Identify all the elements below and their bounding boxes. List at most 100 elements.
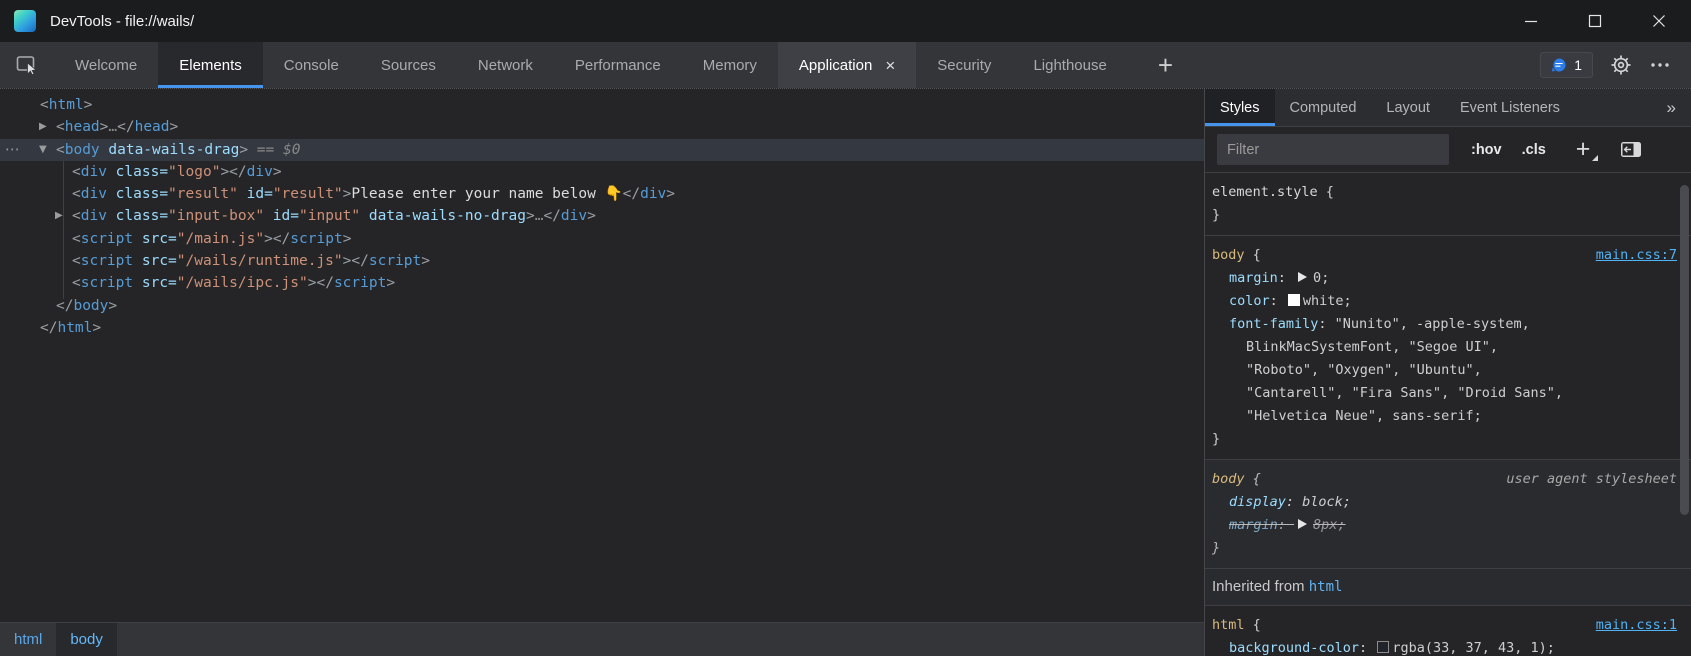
token-x: Please enter your name below (351, 186, 604, 202)
more-tabs-button[interactable]: » (1652, 89, 1691, 126)
token-a: src= (133, 275, 177, 291)
token-m: == $0 (248, 142, 300, 158)
tab-performance[interactable]: Performance (554, 42, 682, 88)
property-value: 0 (1313, 270, 1321, 286)
tree-row[interactable]: <div class="result" id="result">Please e… (0, 183, 1204, 205)
add-tab-button[interactable]: + (1128, 42, 1203, 88)
tab-memory[interactable]: Memory (682, 42, 778, 88)
tree-row[interactable]: ⋯▼<body data-wails-drag> == $0 (0, 139, 1204, 161)
devtools-window: { "window": { "title": "DevTools - file:… (0, 0, 1691, 656)
css-property-margin[interactable]: margin: 8px; (1212, 514, 1683, 537)
tab-welcome[interactable]: Welcome (54, 42, 158, 88)
rule-selector[interactable]: body (1212, 471, 1245, 487)
styles-scrollbar[interactable] (1680, 185, 1689, 515)
row-menu-icon[interactable]: ⋯ (5, 139, 21, 161)
tree-row[interactable]: </html> (0, 317, 1204, 339)
close-tab-icon[interactable]: × (885, 57, 895, 74)
tab-lighthouse[interactable]: Lighthouse (1012, 42, 1127, 88)
token-a: data-wails-drag (100, 142, 240, 158)
dock-sidebar-button[interactable] (1620, 141, 1642, 158)
token-b: </ (351, 253, 368, 269)
token-b: < (56, 142, 65, 158)
more-options-button[interactable] (1649, 54, 1671, 76)
token-b: > (343, 231, 352, 247)
token-t: script (81, 231, 133, 247)
styles-filter-input[interactable] (1217, 134, 1449, 165)
close-button[interactable] (1627, 0, 1691, 42)
elements-tree: <html>▶<head>…</head>⋯▼<body data-wails-… (0, 89, 1204, 622)
css-property-background-color[interactable]: background-color: rgba(33, 37, 43, 1); (1212, 637, 1683, 656)
tree-row[interactable]: <script src="/wails/runtime.js"></script… (0, 250, 1204, 272)
token-b: < (40, 97, 49, 113)
tree-row[interactable]: <html> (0, 94, 1204, 116)
rule-selector[interactable]: html (1212, 617, 1245, 633)
expand-longhand-icon[interactable] (1298, 272, 1307, 282)
tab-console[interactable]: Console (263, 42, 360, 88)
element-classes-button[interactable]: .cls (1522, 142, 1546, 158)
sidebar-tab-computed[interactable]: Computed (1275, 89, 1372, 126)
minimize-button[interactable] (1499, 0, 1563, 42)
close-brace: } (1212, 428, 1683, 451)
open-brace: { (1318, 184, 1334, 200)
tree-row[interactable]: <script src="/main.js"></script> (0, 228, 1204, 250)
tree-row[interactable]: ▶<head>…</head> (0, 116, 1204, 138)
breadcrumb-item-body[interactable]: body (56, 623, 117, 656)
inherited-node-link[interactable]: html (1309, 579, 1343, 595)
feedback-badge[interactable]: 1 (1540, 52, 1593, 78)
tab-label: Memory (703, 57, 757, 74)
css-property-color[interactable]: color: white; (1212, 290, 1683, 313)
token-b: > (84, 97, 93, 113)
tab-sources[interactable]: Sources (360, 42, 457, 88)
node-line: <html> (40, 94, 92, 116)
rule-selector[interactable]: body (1212, 247, 1245, 263)
collapse-icon[interactable]: ▼ (39, 139, 47, 161)
inspect-element-button[interactable] (0, 42, 54, 88)
token-b: < (72, 186, 81, 202)
sidebar-tab-event-listeners[interactable]: Event Listeners (1445, 89, 1575, 126)
expand-icon[interactable]: ▶ (39, 116, 47, 138)
tab-elements[interactable]: Elements (158, 42, 263, 88)
color-swatch[interactable] (1288, 294, 1300, 306)
token-b: > (273, 164, 282, 180)
tab-security[interactable]: Security (916, 42, 1012, 88)
tree-row[interactable]: <script src="/wails/ipc.js"></script> (0, 272, 1204, 294)
css-property-display[interactable]: display: block; (1212, 491, 1683, 514)
token-v: "input-box" (168, 208, 264, 224)
expand-icon[interactable]: ▶ (55, 205, 63, 227)
inherited-label: Inherited from (1212, 578, 1309, 595)
sidebar-tab-bar: StylesComputed Layout Event Listeners » (1205, 89, 1691, 127)
stylesheet-link[interactable]: main.css:7 (1596, 244, 1677, 267)
styles-sections: element.style {}body {main.css:7margin: … (1205, 173, 1691, 656)
tree-row[interactable]: <div class="logo"></div> (0, 161, 1204, 183)
token-t: script (290, 231, 342, 247)
window-title: DevTools - file://wails/ (50, 13, 194, 30)
css-property-font-family[interactable]: font-family: "Nunito", -apple-system, (1212, 313, 1683, 336)
breadcrumb: htmlbody (0, 622, 1204, 656)
styles-sidebar: StylesComputedLayoutEvent Listeners » :h… (1205, 89, 1691, 656)
tree-row[interactable]: </body> (0, 295, 1204, 317)
settings-button[interactable] (1610, 54, 1632, 76)
node-line: <script src="/wails/ipc.js"></script> (72, 272, 395, 294)
css-property-margin[interactable]: margin: 0; (1212, 267, 1683, 290)
semicolon: ; (1547, 640, 1555, 656)
tree-row[interactable]: ▶<div class="input-box" id="input" data-… (0, 205, 1204, 227)
tab-label: Network (478, 57, 533, 74)
inspect-icon (16, 54, 39, 76)
tab-network[interactable]: Network (457, 42, 554, 88)
toggle-element-state-button[interactable]: :hov (1471, 142, 1502, 158)
stylesheet-link[interactable]: main.css:1 (1596, 614, 1677, 637)
token-t: div (81, 208, 107, 224)
new-style-rule-button[interactable]: + (1576, 137, 1591, 162)
close-brace: } (1212, 204, 1683, 227)
node-line: </html> (40, 317, 101, 339)
maximize-button[interactable] (1563, 0, 1627, 42)
sidebar-tab-styles[interactable]: Styles (1205, 89, 1275, 126)
expand-longhand-icon[interactable] (1298, 519, 1307, 529)
tab-application[interactable]: Application× (778, 42, 916, 88)
sidebar-tab-layout[interactable]: Layout (1371, 89, 1445, 126)
color-swatch[interactable] (1377, 641, 1389, 653)
breadcrumb-item-html[interactable]: html (0, 623, 56, 656)
colon: : (1359, 640, 1375, 656)
rule-selector[interactable]: element.style (1212, 184, 1318, 200)
tab-label: Layout (1386, 100, 1430, 116)
